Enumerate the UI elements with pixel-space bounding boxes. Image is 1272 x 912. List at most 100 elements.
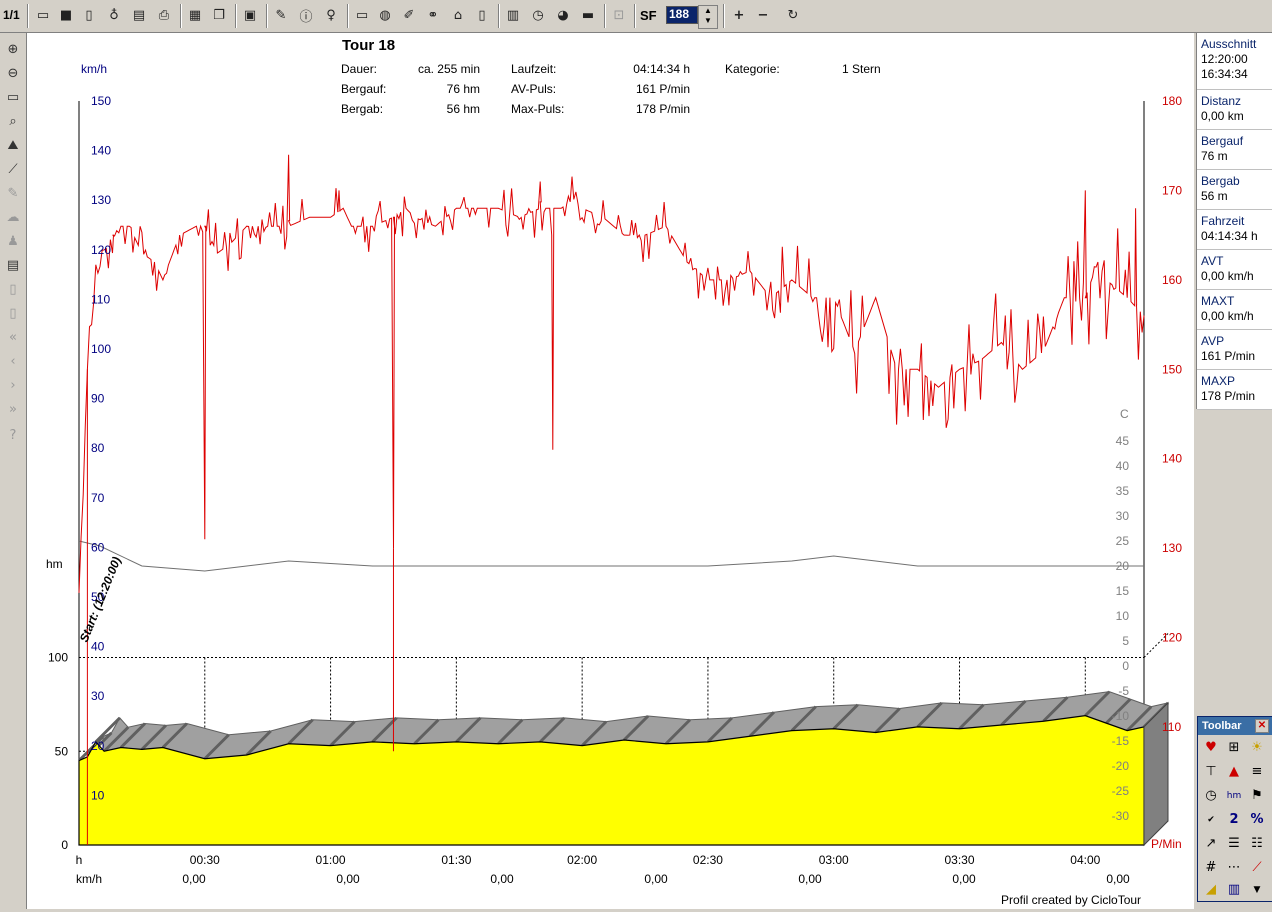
- x-speed-value: 0,00: [798, 872, 822, 886]
- list-icon[interactable]: ☷: [1248, 835, 1266, 853]
- x-tick-label: 03:30: [944, 853, 974, 867]
- dash-icon[interactable]: ⋯: [1225, 859, 1243, 877]
- grid-icon[interactable]: #: [1202, 859, 1220, 877]
- refresh-icon[interactable]: ↻: [784, 6, 802, 24]
- x-tick-label: 00:30: [190, 853, 220, 867]
- tour-title: Tour 18: [342, 37, 395, 54]
- warning-icon[interactable]: ▲: [1225, 763, 1243, 781]
- x-tick-label: 02:00: [567, 853, 597, 867]
- height-tick-label: 100: [48, 651, 68, 665]
- film-icon[interactable]: ▥: [504, 6, 522, 24]
- stat-value: 16:34:34: [1201, 67, 1248, 81]
- print-setup-icon[interactable]: ▤: [130, 6, 148, 24]
- info-icon[interactable]: ⓘ: [297, 6, 315, 25]
- pie-icon[interactable]: ◕: [554, 6, 572, 24]
- bike-icon[interactable]: ⚭: [424, 6, 442, 24]
- clock-icon[interactable]: ◷: [1202, 787, 1220, 805]
- zoom-fit-icon[interactable]: ⊕: [4, 41, 22, 59]
- frame-icon[interactable]: ▭: [4, 89, 22, 107]
- print-icon[interactable]: ⎙: [155, 6, 173, 24]
- percent-icon[interactable]: %: [1248, 811, 1266, 829]
- pulse-tick-label: 130: [1162, 541, 1182, 555]
- temp-tick-label: -20: [1112, 759, 1130, 773]
- stat-label: AVP: [1201, 334, 1225, 348]
- left-toolbar: ⊕ ⊖ ▭ ⌕ ⛰ ⟋ ✎ ☁ ♟ ▤ ▯ ▯ « ‹ › » ?: [0, 33, 27, 909]
- stat-maxt: MAXT 0,00 km/h: [1201, 294, 1254, 324]
- save-icon[interactable]: ■: [57, 6, 75, 24]
- header-value: 76 hm: [447, 82, 480, 96]
- area-icon[interactable]: ◢: [1202, 881, 1220, 899]
- arrow-icon[interactable]: ↗: [1202, 835, 1220, 853]
- stopwatch-icon[interactable]: ◷: [529, 6, 547, 24]
- shirt-icon[interactable]: ⊤: [1202, 763, 1220, 781]
- hm-icon[interactable]: hm: [1225, 787, 1243, 805]
- stat-divider: [1197, 89, 1272, 90]
- bar-icon[interactable]: ▬: [579, 6, 597, 24]
- globe-icon[interactable]: ◍: [376, 6, 394, 24]
- line-chart-icon[interactable]: ⟋: [4, 161, 22, 179]
- zoom-out-icon[interactable]: ⊖: [4, 65, 22, 83]
- help-icon[interactable]: ?: [4, 427, 22, 445]
- close-icon[interactable]: ✕: [1255, 719, 1269, 733]
- temp-tick-label: -10: [1112, 709, 1130, 723]
- two-icon[interactable]: 2: [1225, 811, 1243, 829]
- main-toolbar: 1/1 ▭ ■ ▯ ♁ ▤ ⎙ ▦ ❐ ▣ ✎ ⓘ ♀ ▭ ◍ ✐ ⚭ ⌂ ▯ …: [0, 0, 1272, 33]
- chart-icon[interactable]: ⟋: [1248, 859, 1266, 877]
- speed-tick-label: 140: [91, 144, 111, 158]
- file-icon[interactable]: ▯: [473, 6, 491, 24]
- camera-icon[interactable]: ⊞: [1225, 739, 1243, 757]
- height-axis-label: hm: [46, 557, 63, 571]
- copy-icon[interactable]: ❐: [210, 6, 228, 24]
- hat-icon[interactable]: ♁: [105, 6, 123, 24]
- speed-tick-label: 70: [91, 491, 105, 505]
- bulb-icon[interactable]: ♀: [322, 6, 340, 24]
- abc-check-icon[interactable]: ✔: [1202, 811, 1220, 829]
- zoom-minus-icon[interactable]: −: [754, 6, 772, 24]
- lines-icon[interactable]: ≡: [1248, 763, 1266, 781]
- stat-label: Fahrzeit: [1201, 214, 1245, 228]
- edit-icon[interactable]: ✐: [400, 6, 418, 24]
- weather-icon[interactable]: ☁: [4, 209, 22, 227]
- heart-icon[interactable]: ♥: [1202, 739, 1220, 757]
- stat-avp: AVP 161 P/min: [1201, 334, 1255, 364]
- sf-spinner[interactable]: ▲ ▼: [698, 5, 718, 29]
- prev-icon[interactable]: ‹: [4, 353, 22, 371]
- stat-value: 0,00 km/h: [1201, 269, 1254, 283]
- doc-edit-icon[interactable]: ▯: [4, 305, 22, 323]
- page-icon[interactable]: ▯: [80, 6, 98, 24]
- pulse-tick-label: 150: [1162, 362, 1182, 376]
- zoom-plus-icon[interactable]: +: [730, 6, 748, 24]
- talk-icon[interactable]: ✎: [272, 6, 290, 24]
- sf-input[interactable]: 188: [666, 6, 698, 24]
- doc-icon[interactable]: ▯: [4, 281, 22, 299]
- magnify-icon[interactable]: ⌕: [4, 113, 22, 131]
- window-icon[interactable]: ▭: [353, 6, 371, 24]
- table-icon[interactable]: ▦: [186, 6, 204, 24]
- stat-bergauf: Bergauf 76 m: [1201, 134, 1243, 164]
- mountain-icon[interactable]: ⛰: [4, 137, 22, 155]
- clipboard-icon[interactable]: ▣: [241, 6, 259, 24]
- clipboard-list-icon[interactable]: ▤: [4, 257, 22, 275]
- tape-icon[interactable]: ⌂: [449, 6, 467, 24]
- stat-ausschnitt: Ausschnitt 12:20:00 16:34:34: [1201, 37, 1256, 82]
- temp-tick-label: 20: [1116, 559, 1130, 573]
- bars-icon[interactable]: ▥: [1225, 881, 1243, 899]
- equal-icon[interactable]: ☰: [1225, 835, 1243, 853]
- dropdown-icon[interactable]: ▼: [1248, 881, 1266, 899]
- next-icon[interactable]: ›: [4, 377, 22, 395]
- runner-icon[interactable]: ♟: [4, 233, 22, 251]
- floating-toolbar-title: Toolbar ✕: [1198, 717, 1272, 735]
- header-label: Kategorie:: [725, 62, 780, 76]
- first-icon[interactable]: «: [4, 329, 22, 347]
- pulse-tick-label: 160: [1162, 273, 1182, 287]
- stat-bergab: Bergab 56 m: [1201, 174, 1240, 204]
- disabled-tool-icon: ⊡: [613, 7, 625, 23]
- flag-icon[interactable]: ⚑: [1248, 787, 1266, 805]
- stat-value: 178 P/min: [1201, 389, 1256, 403]
- pencil-icon[interactable]: ✎: [4, 185, 22, 203]
- last-icon[interactable]: »: [4, 401, 22, 419]
- open-icon[interactable]: ▭: [34, 6, 52, 24]
- stat-fahrzeit: Fahrzeit 04:14:34 h: [1201, 214, 1258, 244]
- floating-toolbar: Toolbar ✕ ♥ ⊞ ☀ ⊤ ▲ ≡ ◷ hm ⚑ ✔ 2 % ↗ ☰ ☷…: [1197, 716, 1272, 902]
- sun-icon[interactable]: ☀: [1248, 739, 1266, 757]
